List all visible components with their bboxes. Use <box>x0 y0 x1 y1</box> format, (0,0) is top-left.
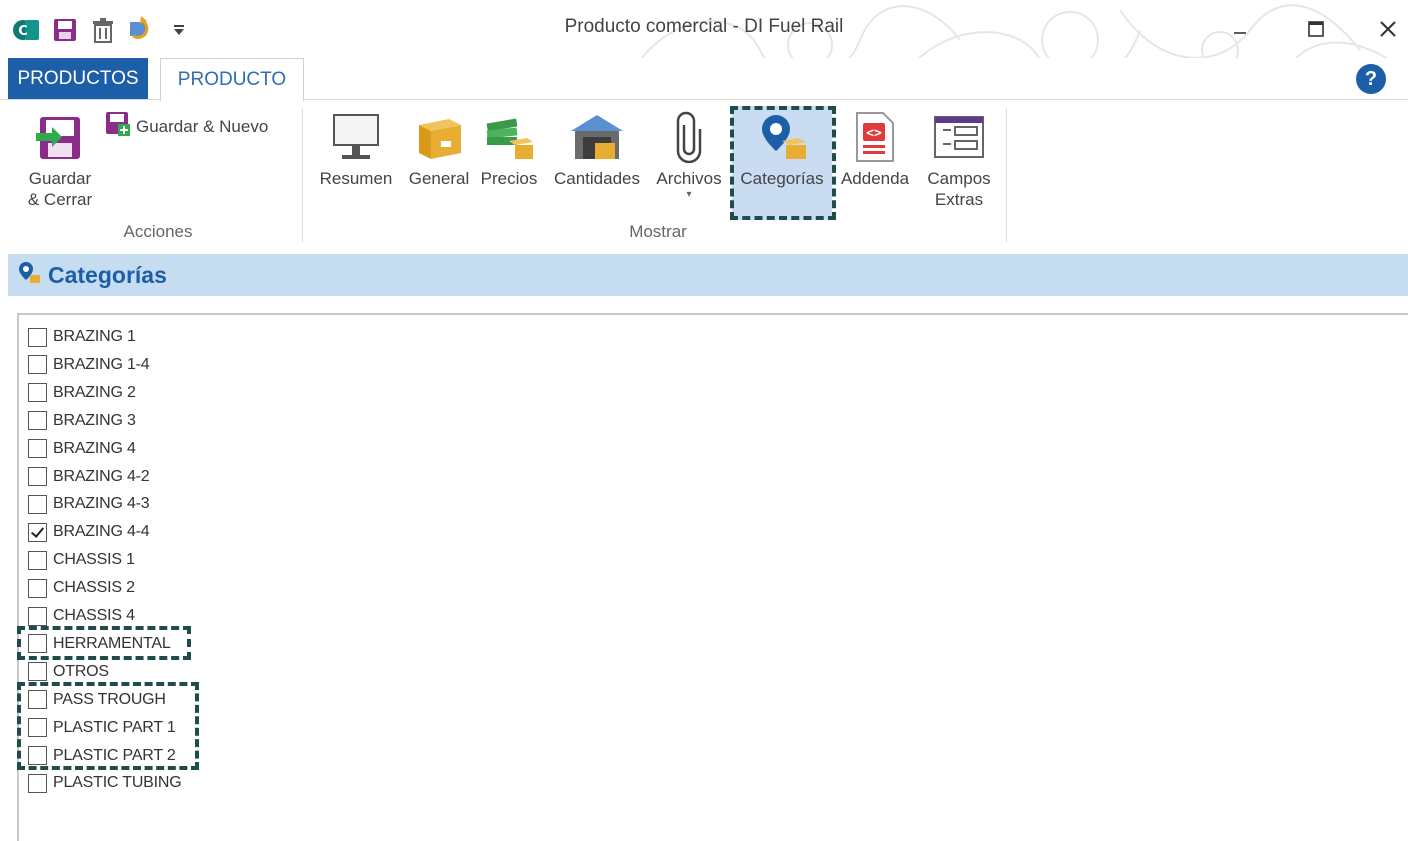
category-checkbox[interactable] <box>28 578 47 598</box>
category-checkbox[interactable] <box>28 550 47 570</box>
category-item[interactable]: BRAZING 3 <box>28 410 136 432</box>
guardar-nuevo-label: Guardar & Nuevo <box>136 117 269 136</box>
close-button[interactable] <box>1368 12 1408 46</box>
ribbon: Guardar & Cerrar Guardar & Nuevo Accione… <box>8 100 1408 250</box>
category-label: BRAZING 2 <box>53 383 136 401</box>
guardar-cerrar-button[interactable]: Guardar & Cerrar <box>18 106 102 210</box>
monitor-icon <box>328 106 384 168</box>
category-item[interactable]: BRAZING 4-2 <box>28 466 150 488</box>
save-close-icon <box>32 106 88 168</box>
category-label: BRAZING 4-4 <box>53 523 150 541</box>
minimize-button[interactable] <box>1220 12 1260 46</box>
category-item[interactable]: CHASSIS 4 <box>28 605 135 627</box>
category-label: BRAZING 4-2 <box>53 467 150 485</box>
cantidades-button[interactable]: Cantidades <box>548 106 646 189</box>
category-checkbox[interactable] <box>28 411 47 431</box>
category-checkbox[interactable] <box>28 662 47 682</box>
highlight-categorias <box>730 106 836 220</box>
ribbon-separator <box>302 108 303 243</box>
paperclip-icon <box>661 106 717 168</box>
category-item[interactable]: BRAZING 1-4 <box>28 354 150 376</box>
general-label: General <box>408 169 470 188</box>
category-label: BRAZING 4 <box>53 439 136 457</box>
category-label: BRAZING 4-3 <box>53 495 150 513</box>
category-label: BRAZING 1-4 <box>53 355 150 373</box>
category-label: BRAZING 1 <box>53 328 136 345</box>
category-checkbox[interactable] <box>28 606 47 626</box>
help-icon[interactable]: ? <box>1356 64 1386 94</box>
category-checkbox[interactable] <box>28 467 47 486</box>
category-label: PLASTIC TUBING <box>53 774 182 792</box>
category-checkbox[interactable] <box>28 522 47 542</box>
category-item[interactable]: CHASSIS 1 <box>28 549 135 571</box>
resumen-button[interactable]: Resumen <box>314 106 398 189</box>
campos-extras-button[interactable]: Campos Extras <box>918 106 1000 210</box>
box-icon <box>411 106 467 168</box>
precios-label: Precios <box>480 169 538 188</box>
resumen-label: Resumen <box>319 169 393 188</box>
archivos-label: Archivos <box>656 169 722 188</box>
window-title: Producto comercial - DI Fuel Rail <box>564 16 844 37</box>
addenda-button[interactable]: <> Addenda <box>836 106 914 189</box>
archivos-button[interactable]: Archivos ▾ <box>652 106 726 201</box>
category-pin-icon <box>16 260 42 291</box>
ribbon-separator <box>1006 108 1007 243</box>
category-checkbox[interactable] <box>28 439 47 459</box>
guardar-cerrar-label: Guardar & Cerrar <box>27 169 93 209</box>
title-bar: C Producto comercial - DI Fuel Rail <box>0 0 1408 58</box>
category-checkbox[interactable] <box>28 773 47 793</box>
cantidades-label: Cantidades <box>553 169 640 188</box>
guardar-nuevo-button[interactable]: Guardar & Nuevo <box>104 110 268 143</box>
highlight-herramental <box>17 626 191 660</box>
group-label-acciones: Acciones <box>123 222 193 241</box>
archivos-dropdown-icon[interactable]: ▾ <box>686 189 691 201</box>
category-item[interactable]: BRAZING 1 <box>28 326 136 348</box>
category-checkbox[interactable] <box>28 355 47 375</box>
category-label: CHASSIS 2 <box>53 579 135 597</box>
tab-productos[interactable]: PRODUCTOS <box>8 58 148 99</box>
tab-producto[interactable]: PRODUCTO <box>160 58 304 101</box>
section-header: Categorías <box>8 254 1408 296</box>
category-item[interactable]: BRAZING 4 <box>28 438 136 460</box>
category-label: BRAZING 3 <box>53 411 136 429</box>
category-item[interactable]: BRAZING 4-3 <box>28 493 150 515</box>
maximize-button[interactable] <box>1296 12 1336 46</box>
section-title: Categorías <box>48 261 167 288</box>
save-new-icon <box>104 110 132 143</box>
ribbon-tabs: PRODUCTOS PRODUCTO <box>0 58 1408 101</box>
category-item[interactable]: OTROS <box>28 661 109 683</box>
highlight-plastic-parts <box>17 682 199 770</box>
category-list[interactable]: BRAZING 1 BRAZING 1-4 BRAZING 2 BRAZING 3 BR… <box>17 313 1408 841</box>
category-item[interactable]: CHASSIS 2 <box>28 577 135 599</box>
precios-button[interactable]: Precios <box>476 106 542 189</box>
group-label-mostrar: Mostrar <box>629 222 687 241</box>
code-file-icon: <> <box>847 106 903 168</box>
general-button[interactable]: General <box>404 106 474 189</box>
form-fields-icon <box>931 106 987 168</box>
svg-text:<>: <> <box>866 126 882 141</box>
category-item[interactable]: BRAZING 2 <box>28 382 136 404</box>
category-checkbox[interactable] <box>28 327 47 347</box>
category-label: OTROS <box>53 662 109 680</box>
category-checkbox[interactable] <box>28 383 47 403</box>
category-label: CHASSIS 4 <box>53 607 135 624</box>
campos-extras-label: Campos Extras <box>927 169 991 209</box>
category-item[interactable]: BRAZING 4-4 <box>28 521 150 543</box>
addenda-label: Addenda <box>840 169 910 188</box>
category-checkbox[interactable] <box>28 494 47 514</box>
warehouse-icon <box>569 106 625 168</box>
money-stack-icon <box>481 106 537 168</box>
category-label: CHASSIS 1 <box>53 551 135 569</box>
category-item[interactable]: PLASTIC TUBING <box>28 772 182 794</box>
